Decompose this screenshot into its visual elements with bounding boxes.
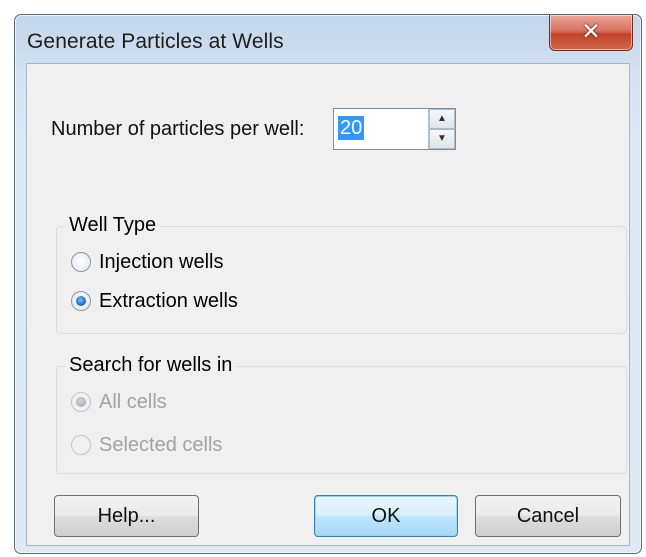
well-type-group-title: Well Type	[65, 214, 161, 237]
arrow-up-icon: ▲	[437, 113, 447, 124]
radio-all-cells[interactable]: All cells	[71, 389, 167, 415]
radio-circle[interactable]	[71, 392, 91, 412]
spinner-buttons: ▲ ▼	[428, 109, 455, 149]
spinner-up-button[interactable]: ▲	[429, 109, 455, 129]
arrow-down-icon: ▼	[437, 133, 447, 144]
dialog-window: Generate Particles at Wells ✕ Number of …	[14, 14, 642, 554]
radio-circle[interactable]	[71, 252, 91, 272]
search-wells-group-title: Search for wells in	[65, 354, 237, 377]
radio-extraction-wells[interactable]: Extraction wells	[71, 288, 238, 314]
radio-circle[interactable]	[71, 435, 91, 455]
cancel-button[interactable]: Cancel	[475, 495, 621, 537]
dialog-title: Generate Particles at Wells	[27, 30, 284, 53]
radio-selected-cells[interactable]: Selected cells	[71, 432, 222, 458]
particles-per-well-label: Number of particles per well:	[51, 118, 305, 140]
close-icon: ✕	[581, 19, 601, 45]
search-wells-group: Search for wells in All cells Selected c…	[56, 354, 627, 474]
spinner-down-button[interactable]: ▼	[429, 129, 455, 149]
radio-label: Extraction wells	[99, 289, 238, 312]
close-button[interactable]: ✕	[549, 15, 633, 51]
dialog-body: Number of particles per well: 20 ▲ ▼ Wel…	[26, 63, 630, 546]
well-type-group: Well Type Injection wells Extraction wel…	[56, 214, 627, 334]
help-button[interactable]: Help...	[54, 495, 199, 537]
title-bar[interactable]: Generate Particles at Wells ✕	[15, 15, 641, 63]
radio-circle[interactable]	[71, 291, 91, 311]
radio-label: Injection wells	[99, 250, 224, 273]
particles-per-well-spinner[interactable]: 20 ▲ ▼	[333, 108, 456, 150]
radio-injection-wells[interactable]: Injection wells	[71, 249, 224, 275]
radio-label: All cells	[99, 390, 167, 413]
radio-label: Selected cells	[99, 433, 223, 456]
particles-per-well-input[interactable]: 20	[338, 116, 365, 140]
ok-button[interactable]: OK	[314, 495, 458, 537]
